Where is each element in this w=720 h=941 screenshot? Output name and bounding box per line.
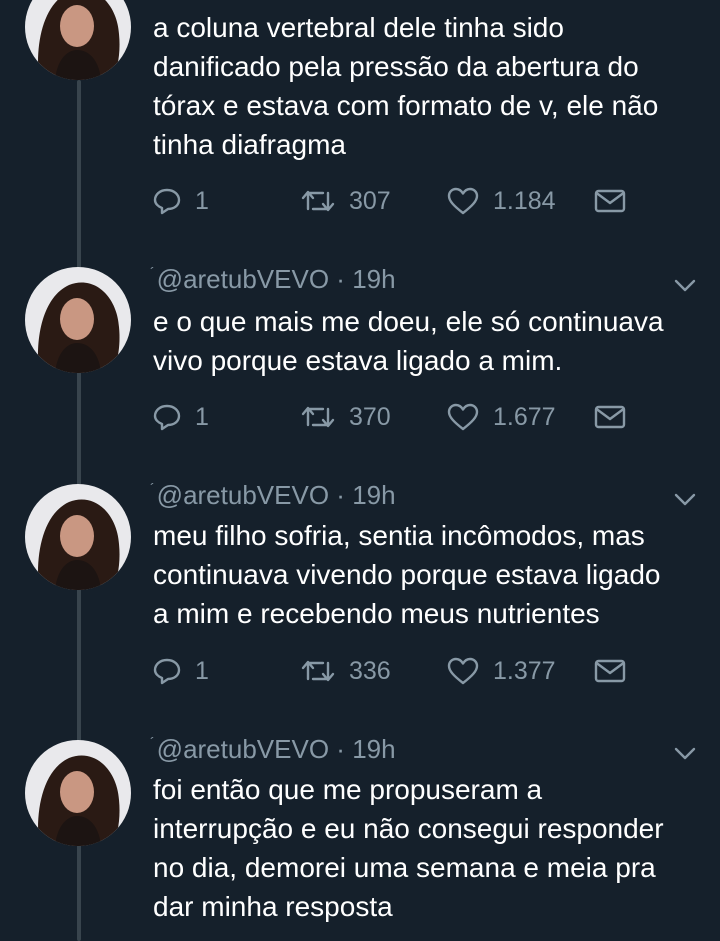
direct-message-button[interactable] (594, 400, 640, 434)
like-count: 1.677 (493, 402, 556, 431)
retweet-arrows-icon (301, 660, 335, 682)
reply-button[interactable]: 1 (153, 184, 209, 218)
avatar-image (25, 0, 131, 80)
retweet-count: 307 (349, 186, 391, 215)
separator-dot: · (336, 264, 345, 294)
user-handle[interactable]: @aretubVEVO (157, 264, 329, 294)
like-button[interactable]: 1.677 (447, 400, 556, 434)
reply-button[interactable]: 1 (153, 654, 209, 688)
retweet-button[interactable]: 336 (301, 654, 391, 688)
chevron-down-icon[interactable] (672, 486, 698, 512)
small-mark-icon: ´ (150, 480, 155, 496)
tweet-2[interactable]: ´@aretubVEVO · 19h e o que mais me doeu,… (0, 240, 720, 470)
direct-message-button[interactable] (594, 184, 640, 218)
envelope-icon (594, 405, 626, 429)
retweet-count: 370 (349, 402, 391, 431)
avatar[interactable] (25, 267, 131, 373)
separator-dot: · (336, 734, 345, 764)
user-handle[interactable]: @aretubVEVO (157, 480, 329, 510)
speech-bubble-icon (153, 404, 181, 431)
tweet-text: foi então que me propuseram a interrupçã… (153, 774, 664, 922)
envelope-icon (594, 659, 626, 683)
direct-message-button[interactable] (594, 654, 640, 688)
tweet-actions: 1 370 1.677 (153, 400, 633, 434)
avatar[interactable] (25, 0, 131, 80)
speech-bubble-icon (153, 658, 181, 685)
tweet-3[interactable]: ´@aretubVEVO · 19h meu filho sofria, sen… (0, 470, 720, 730)
avatar-image (25, 267, 131, 373)
reply-button[interactable]: 1 (153, 400, 209, 434)
timestamp[interactable]: 19h (352, 734, 395, 764)
tweet-text: a coluna vertebral dele tinha sido danif… (153, 12, 659, 160)
like-count: 1.184 (493, 186, 556, 215)
tweet-text: meu filho sofria, sentia incômodos, mas … (153, 520, 661, 629)
tweet-header: ´@aretubVEVO · 19h (150, 734, 396, 765)
retweet-count: 336 (349, 656, 391, 685)
heart-icon (447, 403, 479, 431)
tweet-actions: 1 307 1.184 (153, 184, 633, 218)
user-handle[interactable]: @aretubVEVO (157, 734, 329, 764)
heart-icon (447, 657, 479, 685)
heart-icon (447, 187, 479, 215)
reply-count: 1 (195, 186, 209, 215)
tweet-1[interactable]: a coluna vertebral dele tinha sido danif… (0, 0, 720, 240)
like-button[interactable]: 1.184 (447, 184, 556, 218)
timestamp[interactable]: 19h (352, 264, 395, 294)
avatar-image (25, 484, 131, 590)
retweet-arrows-icon (301, 190, 335, 212)
separator-dot: · (336, 480, 345, 510)
tweet-4[interactable]: ´@aretubVEVO · 19h foi então que me prop… (0, 730, 720, 941)
tweet-header: ´@aretubVEVO · 19h (150, 264, 396, 295)
avatar-image (25, 740, 131, 846)
reply-count: 1 (195, 656, 209, 685)
envelope-icon (594, 189, 626, 213)
retweet-button[interactable]: 370 (301, 400, 391, 434)
avatar[interactable] (25, 740, 131, 846)
speech-bubble-icon (153, 188, 181, 215)
like-button[interactable]: 1.377 (447, 654, 556, 688)
avatar[interactable] (25, 484, 131, 590)
chevron-down-icon[interactable] (672, 740, 698, 766)
tweet-actions: 1 336 1.377 (153, 654, 633, 688)
timestamp[interactable]: 19h (352, 480, 395, 510)
small-mark-icon: ´ (150, 264, 155, 280)
retweet-button[interactable]: 307 (301, 184, 391, 218)
small-mark-icon: ´ (150, 734, 155, 750)
tweet-header: ´@aretubVEVO · 19h (150, 480, 396, 511)
like-count: 1.377 (493, 656, 556, 685)
tweet-text: e o que mais me doeu, ele só continuava … (153, 306, 664, 376)
retweet-arrows-icon (301, 406, 335, 428)
chevron-down-icon[interactable] (672, 272, 698, 298)
reply-count: 1 (195, 402, 209, 431)
